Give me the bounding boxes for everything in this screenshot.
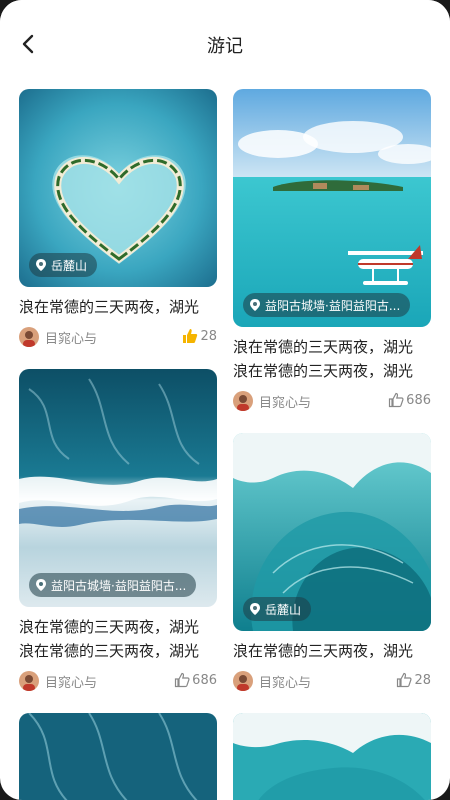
note-card[interactable]: 岳麓山 浪在常德的三天两夜，湖光 目窕心与 28 — [233, 433, 431, 695]
card-title-line: 浪在常德的三天两夜，湖光 — [233, 338, 414, 356]
note-card[interactable]: 益阳古城墙·益阳益阳古... 浪在常德的三天两夜，湖光 浪在常德的三天两夜，湖光… — [233, 89, 431, 415]
location-pin-icon — [250, 299, 260, 311]
note-card[interactable] — [233, 713, 431, 800]
card-meta: 目窕心与 686 — [19, 669, 217, 695]
header: 游记 — [0, 0, 450, 88]
card-image[interactable]: 益阳古城墙·益阳益阳古... — [233, 89, 431, 327]
location-tag[interactable]: 益阳古城墙·益阳益阳古... — [29, 573, 197, 597]
like-button[interactable]: 686 — [388, 392, 431, 408]
card-title-line: 浪在常德的三天两夜，湖光 — [233, 642, 414, 660]
card-image[interactable] — [233, 713, 431, 800]
like-button[interactable]: 686 — [174, 672, 217, 688]
location-pin-icon — [36, 259, 46, 271]
card-image[interactable] — [19, 713, 217, 800]
card-title[interactable]: 浪在常德的三天两夜，湖光 浪在常德的三天两夜，湖光 — [19, 615, 217, 663]
card-title-line: 浪在常德的三天两夜，湖光 — [19, 642, 200, 660]
note-card[interactable] — [19, 713, 217, 800]
author-name[interactable]: 目窕心与 — [45, 672, 97, 691]
location-pin-icon — [36, 579, 46, 591]
card-title[interactable]: 浪在常德的三天两夜，湖光 — [19, 295, 217, 319]
card-title[interactable]: 浪在常德的三天两夜，湖光 — [233, 639, 431, 663]
like-count: 686 — [406, 392, 431, 408]
card-title[interactable]: 浪在常德的三天两夜，湖光 浪在常德的三天两夜，湖光 — [233, 335, 431, 383]
like-button[interactable]: 28 — [182, 328, 217, 344]
thumbs-up-icon — [397, 672, 413, 688]
card-meta: 目窕心与 686 — [233, 389, 431, 415]
like-count: 28 — [414, 672, 431, 688]
avatar[interactable] — [19, 327, 39, 347]
location-tag[interactable]: 岳麓山 — [243, 597, 312, 621]
card-title-line: 浪在常德的三天两夜，湖光 — [19, 618, 200, 636]
page-title: 游记 — [207, 36, 243, 57]
seaplane-lagoon-image — [233, 89, 431, 327]
author-name[interactable]: 目窕心与 — [259, 672, 311, 691]
location-tag[interactable]: 益阳古城墙·益阳益阳古... — [243, 293, 411, 317]
location-pin-icon — [250, 603, 260, 615]
card-title-line: 浪在常德的三天两夜，湖光 — [233, 362, 414, 380]
ocean-waves-image — [19, 369, 217, 607]
card-meta: 目窕心与 28 — [233, 669, 431, 695]
location-label: 岳麓山 — [51, 258, 88, 273]
author-name[interactable]: 目窕心与 — [259, 392, 311, 411]
location-label: 岳麓山 — [265, 602, 302, 617]
card-image[interactable]: 益阳古城墙·益阳益阳古... — [19, 369, 217, 607]
location-label: 益阳古城墙·益阳益阳古... — [265, 298, 401, 313]
card-meta: 目窕心与 28 — [19, 325, 217, 351]
avatar[interactable] — [233, 391, 253, 411]
thumbs-up-filled-icon — [183, 329, 198, 343]
big-wave-image — [233, 713, 431, 800]
like-button[interactable]: 28 — [396, 672, 431, 688]
note-card[interactable]: 岳麓山 浪在常德的三天两夜，湖光 目窕心与 28 — [19, 89, 217, 351]
card-image[interactable]: 岳麓山 — [233, 433, 431, 631]
thumbs-up-icon — [389, 392, 404, 408]
thumbs-up-icon — [175, 672, 190, 688]
like-count: 686 — [192, 672, 217, 688]
ocean-waves-image — [19, 713, 217, 800]
card-image[interactable]: 岳麓山 — [19, 89, 217, 287]
avatar[interactable] — [19, 671, 39, 691]
like-count: 28 — [200, 328, 217, 344]
author-name[interactable]: 目窕心与 — [45, 328, 97, 347]
note-card[interactable]: 益阳古城墙·益阳益阳古... 浪在常德的三天两夜，湖光 浪在常德的三天两夜，湖光… — [19, 369, 217, 695]
card-title-line: 浪在常德的三天两夜，湖光 — [19, 298, 200, 316]
location-label: 益阳古城墙·益阳益阳古... — [51, 578, 187, 593]
travel-notes-screen: 游记 岳麓山 浪在常德的三天两夜，湖光 目窕心与 28 益阳古城墙·益阳益阳古.… — [0, 0, 450, 800]
location-tag[interactable]: 岳麓山 — [29, 253, 98, 277]
avatar[interactable] — [233, 671, 253, 691]
